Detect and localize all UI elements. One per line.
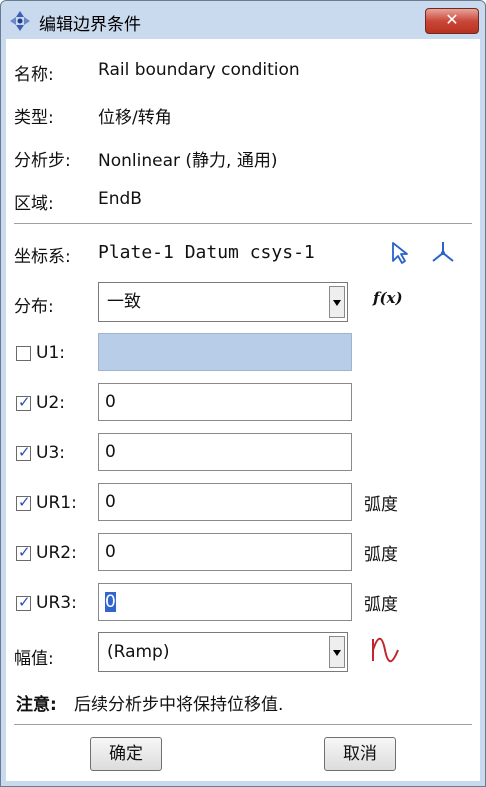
u3-checkbox[interactable] <box>16 443 31 461</box>
create-csys-axes-icon[interactable] <box>430 239 456 265</box>
u1-input[interactable] <box>98 333 352 371</box>
fx-button[interactable]: f(x) <box>373 289 403 307</box>
ur3-checkbox[interactable] <box>16 593 31 611</box>
separator <box>14 724 472 726</box>
csys-value: Plate-1 Datum csys-1 <box>98 242 315 263</box>
close-button[interactable]: ✕ <box>425 8 479 34</box>
csys-label: 坐标系: <box>14 247 71 267</box>
ur1-label: UR1: <box>36 493 77 513</box>
amplitude-selected: (Ramp) <box>107 642 170 662</box>
ur1-input[interactable]: 0 <box>98 483 352 521</box>
u3-input[interactable]: 0 <box>98 433 352 471</box>
note-label: 注意: <box>16 695 57 715</box>
distribution-select[interactable]: 一致 <box>98 282 348 322</box>
amplitude-label: 幅值: <box>14 649 54 669</box>
dialog-body: 名称: Rail boundary condition 类型: 位移/转角 分析… <box>6 39 480 781</box>
ur3-input[interactable]: 0 <box>98 583 352 621</box>
step-label: 分析步: <box>14 151 71 171</box>
boundary-condition-icon <box>10 11 30 31</box>
ok-button[interactable]: 确定 <box>90 737 162 771</box>
u2-checkbox[interactable] <box>16 393 31 411</box>
name-value: Rail boundary condition <box>98 60 300 80</box>
distribution-label: 分布: <box>14 297 54 317</box>
edit-boundary-condition-dialog: 编辑边界条件 ✕ 名称: Rail boundary condition 类型:… <box>0 0 486 787</box>
title-bar[interactable]: 编辑边界条件 ✕ <box>1 1 485 39</box>
ur3-unit: 弧度 <box>364 595 398 615</box>
cancel-button[interactable]: 取消 <box>324 737 396 771</box>
name-label: 名称: <box>14 65 54 85</box>
u1-label: U1: <box>36 343 65 363</box>
type-value: 位移/转角 <box>98 108 172 128</box>
u1-checkbox[interactable] <box>16 346 31 361</box>
ur2-label: UR2: <box>36 543 77 563</box>
ur1-unit: 弧度 <box>364 495 398 515</box>
region-value: EndB <box>98 189 142 209</box>
window-title: 编辑边界条件 <box>39 15 141 35</box>
distribution-selected: 一致 <box>107 292 141 312</box>
amplitude-select[interactable]: (Ramp) <box>98 632 348 672</box>
u3-label: U3: <box>36 443 65 463</box>
select-csys-arrow-icon[interactable] <box>389 241 411 265</box>
ur2-checkbox[interactable] <box>16 543 31 561</box>
chevron-down-icon[interactable] <box>329 286 345 318</box>
create-amplitude-icon[interactable] <box>370 637 400 663</box>
note-text: 后续分析步中将保持位移值. <box>74 695 284 715</box>
chevron-down-icon[interactable] <box>329 636 345 668</box>
ur3-label: UR3: <box>36 593 77 613</box>
step-value: Nonlinear (静力, 通用) <box>98 151 278 171</box>
u2-label: U2: <box>36 393 65 413</box>
ur3-selected-text: 0 <box>105 592 116 612</box>
region-label: 区域: <box>14 194 54 214</box>
type-label: 类型: <box>14 108 54 128</box>
ur2-input[interactable]: 0 <box>98 533 352 571</box>
ur1-checkbox[interactable] <box>16 493 31 511</box>
ur2-unit: 弧度 <box>364 545 398 565</box>
u2-input[interactable]: 0 <box>98 383 352 421</box>
separator <box>14 223 472 225</box>
